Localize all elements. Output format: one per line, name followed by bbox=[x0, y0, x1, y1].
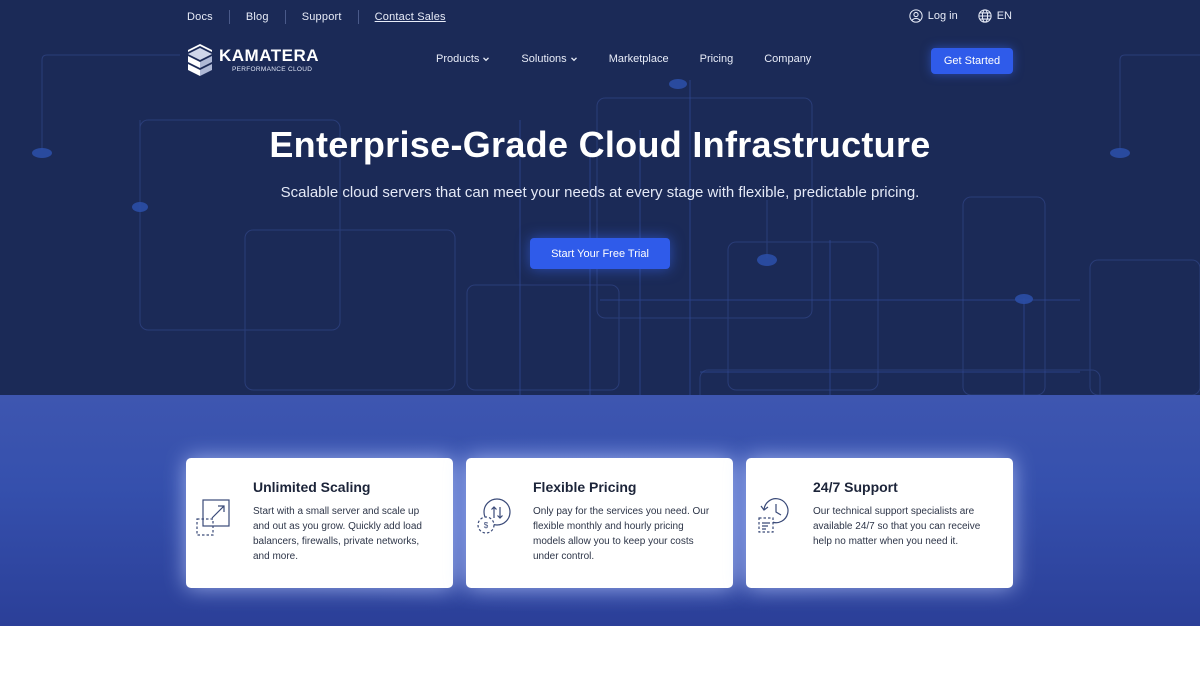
nav-marketplace-label: Marketplace bbox=[608, 53, 669, 65]
divider bbox=[284, 10, 286, 24]
nav-marketplace[interactable]: Marketplace bbox=[609, 53, 669, 65]
feature-title: 24/7 Support bbox=[813, 479, 898, 495]
nav-products-label: Products bbox=[436, 53, 480, 65]
kamatera-logo-icon bbox=[188, 44, 212, 76]
logo[interactable]: KAMATERA PERFORMANCE CLOUD bbox=[187, 43, 319, 77]
nav-products[interactable]: Products bbox=[436, 53, 490, 65]
divider bbox=[357, 10, 359, 24]
chevron-down-icon bbox=[570, 57, 577, 62]
feature-text: Start with a small server and scale up a… bbox=[253, 506, 422, 562]
chevron-down-icon bbox=[483, 57, 490, 62]
blog-link[interactable]: Blog bbox=[246, 11, 269, 23]
utility-links: Docs Blog Support Contact Sales bbox=[187, 10, 446, 24]
pricing-icon: $ bbox=[477, 498, 511, 534]
hero-section: Docs Blog Support Contact Sales Log in E… bbox=[0, 0, 1200, 395]
hero-title: Enterprise-Grade Cloud Infrastructure bbox=[269, 124, 931, 165]
brand-name: KAMATERA bbox=[219, 45, 320, 65]
brand-tagline: PERFORMANCE CLOUD bbox=[232, 65, 313, 73]
support-link[interactable]: Support bbox=[302, 11, 342, 23]
nav-company-label: Company bbox=[764, 53, 812, 65]
language-selector[interactable]: EN bbox=[978, 9, 1012, 23]
utility-right: Log in EN bbox=[909, 9, 1012, 23]
feature-title: Flexible Pricing bbox=[533, 479, 637, 495]
get-started-button[interactable]: Get Started bbox=[931, 48, 1013, 74]
nav-menu: Products Solutions Marketplace Pricing C… bbox=[436, 53, 842, 65]
login-link[interactable]: Log in bbox=[909, 9, 958, 23]
contact-sales-link[interactable]: Contact Sales bbox=[375, 11, 446, 23]
nav-company[interactable]: Company bbox=[764, 53, 811, 65]
scale-icon bbox=[196, 499, 230, 536]
nav-pricing-label: Pricing bbox=[699, 53, 734, 65]
docs-link[interactable]: Docs bbox=[187, 11, 213, 23]
divider bbox=[228, 10, 230, 24]
page: Docs Blog Support Contact Sales Log in E… bbox=[0, 0, 1200, 675]
feature-title: Unlimited Scaling bbox=[253, 479, 371, 495]
feature-text: Our technical support specialists are av… bbox=[813, 506, 981, 547]
language-label: EN bbox=[996, 10, 1012, 22]
feature-card-scaling: Unlimited Scaling Start with a small ser… bbox=[186, 458, 453, 588]
logo-text: KAMATERA PERFORMANCE CLOUD bbox=[219, 45, 320, 74]
user-icon bbox=[909, 9, 923, 23]
hero-subtitle: Scalable cloud servers that can meet you… bbox=[280, 184, 920, 201]
start-free-trial-button[interactable]: Start Your Free Trial bbox=[530, 238, 670, 269]
features-section: Unlimited Scaling Start with a small ser… bbox=[0, 395, 1200, 626]
feature-card-support: 24/7 Support Our technical support speci… bbox=[746, 458, 1013, 588]
nav-solutions[interactable]: Solutions bbox=[521, 53, 577, 65]
utility-bar: Docs Blog Support Contact Sales Log in E… bbox=[0, 0, 1200, 34]
nav-pricing[interactable]: Pricing bbox=[700, 53, 734, 65]
main-nav: KAMATERA PERFORMANCE CLOUD Products Solu… bbox=[0, 40, 1200, 80]
feature-card-pricing: $ Flexible Pricing Only pay for the serv… bbox=[466, 458, 733, 588]
globe-icon bbox=[978, 9, 992, 23]
svg-text:$: $ bbox=[484, 521, 489, 530]
feature-text: Only pay for the services you need. Our … bbox=[533, 506, 710, 562]
login-label: Log in bbox=[927, 10, 958, 22]
page-bottom bbox=[0, 626, 1200, 675]
nav-solutions-label: Solutions bbox=[521, 53, 567, 65]
support-icon bbox=[758, 498, 789, 533]
